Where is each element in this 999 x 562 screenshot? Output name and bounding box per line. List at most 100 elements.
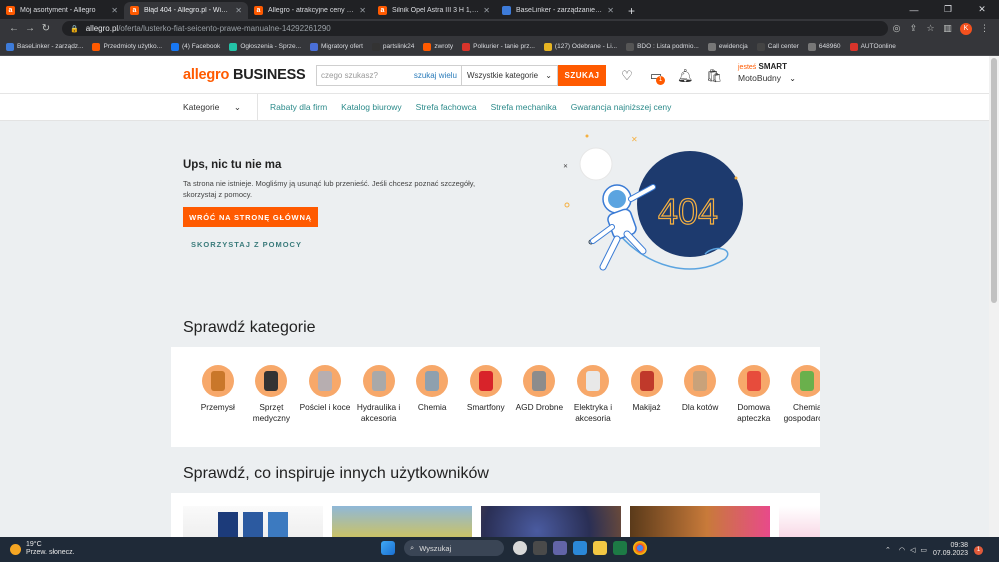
search-input[interactable]: czego szukasz? szukaj wielu bbox=[316, 65, 462, 86]
forward-icon[interactable]: → bbox=[22, 23, 38, 34]
allegro-business-logo[interactable]: allegro BUSINESS bbox=[183, 67, 306, 83]
messages-icon[interactable]: ▭ 1 bbox=[648, 68, 665, 85]
category-item[interactable]: Domowa apteczka bbox=[727, 365, 781, 424]
bell-icon[interactable]: 🔔︎ bbox=[677, 68, 694, 84]
subnav-link[interactable]: Katalog biurowy bbox=[341, 102, 401, 112]
bookmarks-bar: BaseLinker - zarządz... Przedmioty użytko… bbox=[0, 38, 999, 56]
minimize-icon[interactable]: — bbox=[897, 5, 931, 15]
weather-widget[interactable]: 19°C Przew. słonecz. bbox=[10, 541, 75, 557]
bookmark-item[interactable]: Ogłoszenia - Sprze... bbox=[229, 42, 301, 51]
share-icon[interactable]: ⇪ bbox=[905, 23, 922, 34]
close-window-icon[interactable]: ✕ bbox=[965, 4, 999, 15]
browser-tab[interactable]: BaseLinker - zarządzanie sprzedażą ✕ bbox=[496, 2, 620, 19]
maximize-icon[interactable]: ❐ bbox=[931, 4, 965, 15]
bookmark-item[interactable]: Migratory ofert bbox=[310, 42, 363, 51]
bookmark-item[interactable]: BaseLinker - zarządz... bbox=[6, 42, 83, 51]
browser-tab[interactable]: a Mój asortyment - Allegro ✕ bbox=[0, 2, 124, 19]
category-item[interactable]: Elektryka i akcesoria bbox=[566, 365, 620, 424]
url-host: allegro.pl bbox=[85, 24, 119, 33]
bookmark-item[interactable]: AUTOonline bbox=[849, 42, 896, 51]
windows-start-icon[interactable] bbox=[381, 541, 395, 555]
category-label: Chemia bbox=[417, 402, 447, 412]
bookmark-item[interactable]: (4) Facebook bbox=[171, 42, 220, 51]
category-image bbox=[308, 365, 341, 397]
category-item[interactable]: Chemia gospodarcza bbox=[781, 365, 820, 424]
browser-tab[interactable]: a Błąd 404 - Allegro.pl - Więcej niż... ✕ bbox=[124, 2, 248, 19]
search-button[interactable]: SZUKAJ bbox=[558, 65, 606, 86]
file-explorer-icon[interactable] bbox=[593, 541, 607, 555]
chrome-icon[interactable] bbox=[633, 541, 647, 555]
category-select[interactable]: Wszystkie kategorie ⌄ bbox=[462, 65, 558, 86]
page-scrollbar[interactable] bbox=[989, 56, 999, 537]
bookmark-item[interactable]: Przedmioty użytko... bbox=[92, 42, 162, 51]
category-item[interactable]: Przemysł bbox=[191, 365, 245, 424]
widgets-icon[interactable] bbox=[513, 541, 527, 555]
bookmark-item[interactable]: 648960 bbox=[807, 42, 841, 51]
browser-tab[interactable]: a Silnik Opel Astra III 3 H 1,6 Twinp... ✕ bbox=[372, 2, 496, 19]
bookmark-item[interactable]: Call center bbox=[756, 42, 799, 51]
task-view-icon[interactable] bbox=[533, 541, 547, 555]
inspiration-tile-partial[interactable] bbox=[779, 506, 820, 537]
bookmark-star-icon[interactable]: ☆ bbox=[922, 23, 939, 34]
chevron-up-icon[interactable]: ⌃ bbox=[885, 546, 891, 554]
close-tab-icon[interactable]: ✕ bbox=[111, 6, 118, 15]
clock[interactable]: 09:38 07.09.2023 bbox=[933, 542, 968, 558]
side-panel-icon[interactable]: ▥ bbox=[939, 23, 956, 34]
category-image bbox=[630, 365, 663, 397]
bookmark-item[interactable]: BDO : Lista podmio... bbox=[626, 42, 699, 51]
category-item[interactable]: Sprzęt medyczny bbox=[245, 365, 299, 424]
subnav-link[interactable]: Gwarancja najniższej ceny bbox=[571, 102, 672, 112]
inspiration-tile-berries[interactable] bbox=[481, 506, 621, 537]
inspiration-tile-field[interactable] bbox=[332, 506, 472, 537]
close-tab-icon[interactable]: ✕ bbox=[359, 6, 366, 15]
subnav-link[interactable]: Rabaty dla firm bbox=[270, 102, 327, 112]
scrollbar-thumb[interactable] bbox=[991, 58, 997, 303]
subnav-link[interactable]: Strefa mechanika bbox=[491, 102, 557, 112]
browser-tab[interactable]: a Allegro - atrakcyjne ceny - Strona...✕ bbox=[248, 2, 372, 19]
inspiration-tile-books[interactable] bbox=[183, 506, 323, 537]
profile-avatar[interactable]: K bbox=[960, 22, 972, 35]
inspiration-tile-kids[interactable] bbox=[630, 506, 770, 537]
bookmark-item[interactable]: Polkurier - tanie prz... bbox=[462, 42, 535, 51]
new-tab-button[interactable]: + bbox=[620, 2, 643, 19]
notification-badge[interactable]: 1 bbox=[974, 545, 984, 555]
category-item[interactable]: Makijaż bbox=[620, 365, 674, 424]
close-tab-icon[interactable]: ✕ bbox=[235, 6, 242, 15]
category-item[interactable]: Smartfony bbox=[459, 365, 513, 424]
edge-icon[interactable] bbox=[573, 541, 587, 555]
categories-dropdown[interactable]: Kategorie ⌄ bbox=[183, 102, 241, 113]
url-field[interactable]: 🔒 allegro.pl /oferta/lusterko-fiat-seice… bbox=[62, 21, 888, 36]
cart-icon[interactable]: 🛍︎ bbox=[706, 68, 723, 84]
taskbar-search[interactable]: ⌕ Wyszukaj bbox=[404, 540, 504, 556]
back-icon[interactable]: ← bbox=[6, 23, 22, 34]
reload-icon[interactable]: ↻ bbox=[38, 23, 54, 34]
account-menu[interactable]: jesteś SMART MotoBudny ⌄ bbox=[738, 61, 796, 84]
bookmark-item[interactable]: zwroty bbox=[423, 42, 453, 51]
teams-icon[interactable] bbox=[553, 541, 567, 555]
category-item[interactable]: Hydraulika i akcesoria bbox=[352, 365, 406, 424]
excel-icon[interactable] bbox=[613, 541, 627, 555]
bookmark-item[interactable]: partslink24 bbox=[371, 42, 414, 51]
wifi-icon[interactable]: ◠ bbox=[899, 546, 905, 554]
google-lens-icon[interactable]: ◎ bbox=[888, 23, 905, 34]
help-link[interactable]: SKORZYSTAJ Z POMOCY bbox=[191, 240, 302, 249]
bookmark-item[interactable]: ewidencja bbox=[707, 42, 748, 51]
site-info-icon[interactable]: 🔒 bbox=[70, 25, 79, 33]
speaker-icon[interactable]: ◁ bbox=[910, 546, 915, 554]
category-item[interactable]: Dla kotów bbox=[673, 365, 727, 424]
menu-dots-icon[interactable]: ⋮ bbox=[976, 23, 993, 34]
bookmark-favicon-icon bbox=[92, 42, 101, 51]
subnav-link[interactable]: Strefa fachowca bbox=[416, 102, 477, 112]
search-many-link[interactable]: szukaj wielu bbox=[414, 71, 457, 80]
close-tab-icon[interactable]: ✕ bbox=[483, 6, 490, 15]
heart-icon[interactable]: ♡ bbox=[619, 68, 635, 84]
baselinker-favicon-icon bbox=[502, 6, 511, 15]
category-item[interactable]: AGD Drobne bbox=[513, 365, 567, 424]
back-to-home-button[interactable]: WRÓĆ NA STRONĘ GŁÓWNĄ bbox=[183, 207, 318, 227]
close-tab-icon[interactable]: ✕ bbox=[607, 6, 614, 15]
bookmark-item[interactable]: (127) Odebrane - Li... bbox=[543, 42, 617, 51]
category-item[interactable]: Chemia bbox=[405, 365, 459, 424]
categories-section-title: Sprawdź kategorie bbox=[183, 319, 316, 336]
category-item[interactable]: Pościel i koce bbox=[298, 365, 352, 424]
battery-icon[interactable]: ▭ bbox=[920, 546, 927, 554]
